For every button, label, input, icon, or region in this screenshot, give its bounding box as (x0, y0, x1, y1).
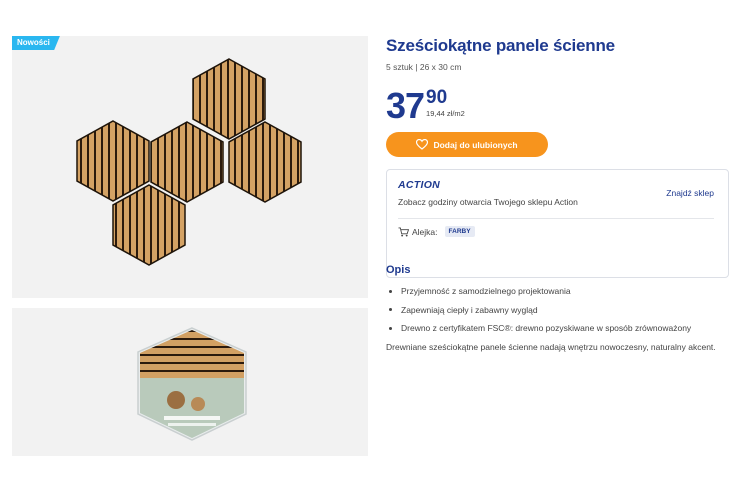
opening-hours-text: Zobacz godziny otwarcia Twojego sklepu A… (398, 197, 578, 207)
product-details: Sześciokątne panele ścienne 5 sztuk | 26… (386, 36, 736, 352)
feature-item: Zapewniają ciepły i zabawny wygląd (386, 301, 691, 320)
aisle-badge: FARBY (444, 226, 475, 237)
bullet-icon (389, 289, 392, 293)
price: 37 90 19,44 zł/m2 (386, 88, 465, 124)
store-info-box: ACTION Znajdź sklep Zobacz godziny otwar… (386, 169, 729, 278)
bullet-icon (389, 308, 392, 312)
action-logo: ACTION (398, 179, 441, 191)
hexagon-panels-illustration (76, 58, 302, 266)
packaged-panels-illustration (137, 327, 247, 441)
feature-text: Zapewniają ciepły i zabawny wygląd (401, 304, 538, 315)
product-subtitle: 5 sztuk | 26 x 30 cm (386, 62, 462, 72)
description-heading: Opis (386, 264, 411, 276)
cart-icon (398, 226, 409, 237)
add-to-favorites-button[interactable]: Dodaj do ulubionych (386, 132, 548, 157)
product-title: Sześciokątne panele ścienne (386, 36, 615, 55)
find-store-link[interactable]: Znajdź sklep (666, 188, 714, 198)
unit-price: 19,44 zł/m2 (426, 109, 465, 118)
heart-icon (416, 139, 429, 150)
feature-list: Przyjemność z samodzielnego projektowani… (386, 282, 691, 338)
description-text: Drewniane sześciokątne panele ścienne na… (386, 342, 716, 352)
price-whole: 37 (386, 85, 425, 126)
favorite-label: Dodaj do ulubionych (433, 139, 518, 150)
feature-item: Przyjemność z samodzielnego projektowani… (386, 282, 691, 301)
product-main-image[interactable] (12, 36, 368, 298)
bullet-icon (389, 326, 392, 330)
feature-text: Przyjemność z samodzielnego projektowani… (401, 286, 571, 297)
aisle-label: Alejka: (412, 226, 438, 237)
product-thumbnail[interactable] (12, 308, 368, 456)
feature-item: Drewno z certyfikatem FSC®: drewno pozys… (386, 319, 691, 338)
price-cents: 90 (426, 87, 448, 108)
new-badge: Nowości (12, 36, 60, 50)
feature-text: Drewno z certyfikatem FSC®: drewno pozys… (401, 323, 692, 334)
divider (398, 218, 714, 219)
aisle-info: Alejka: FARBY (398, 226, 475, 237)
